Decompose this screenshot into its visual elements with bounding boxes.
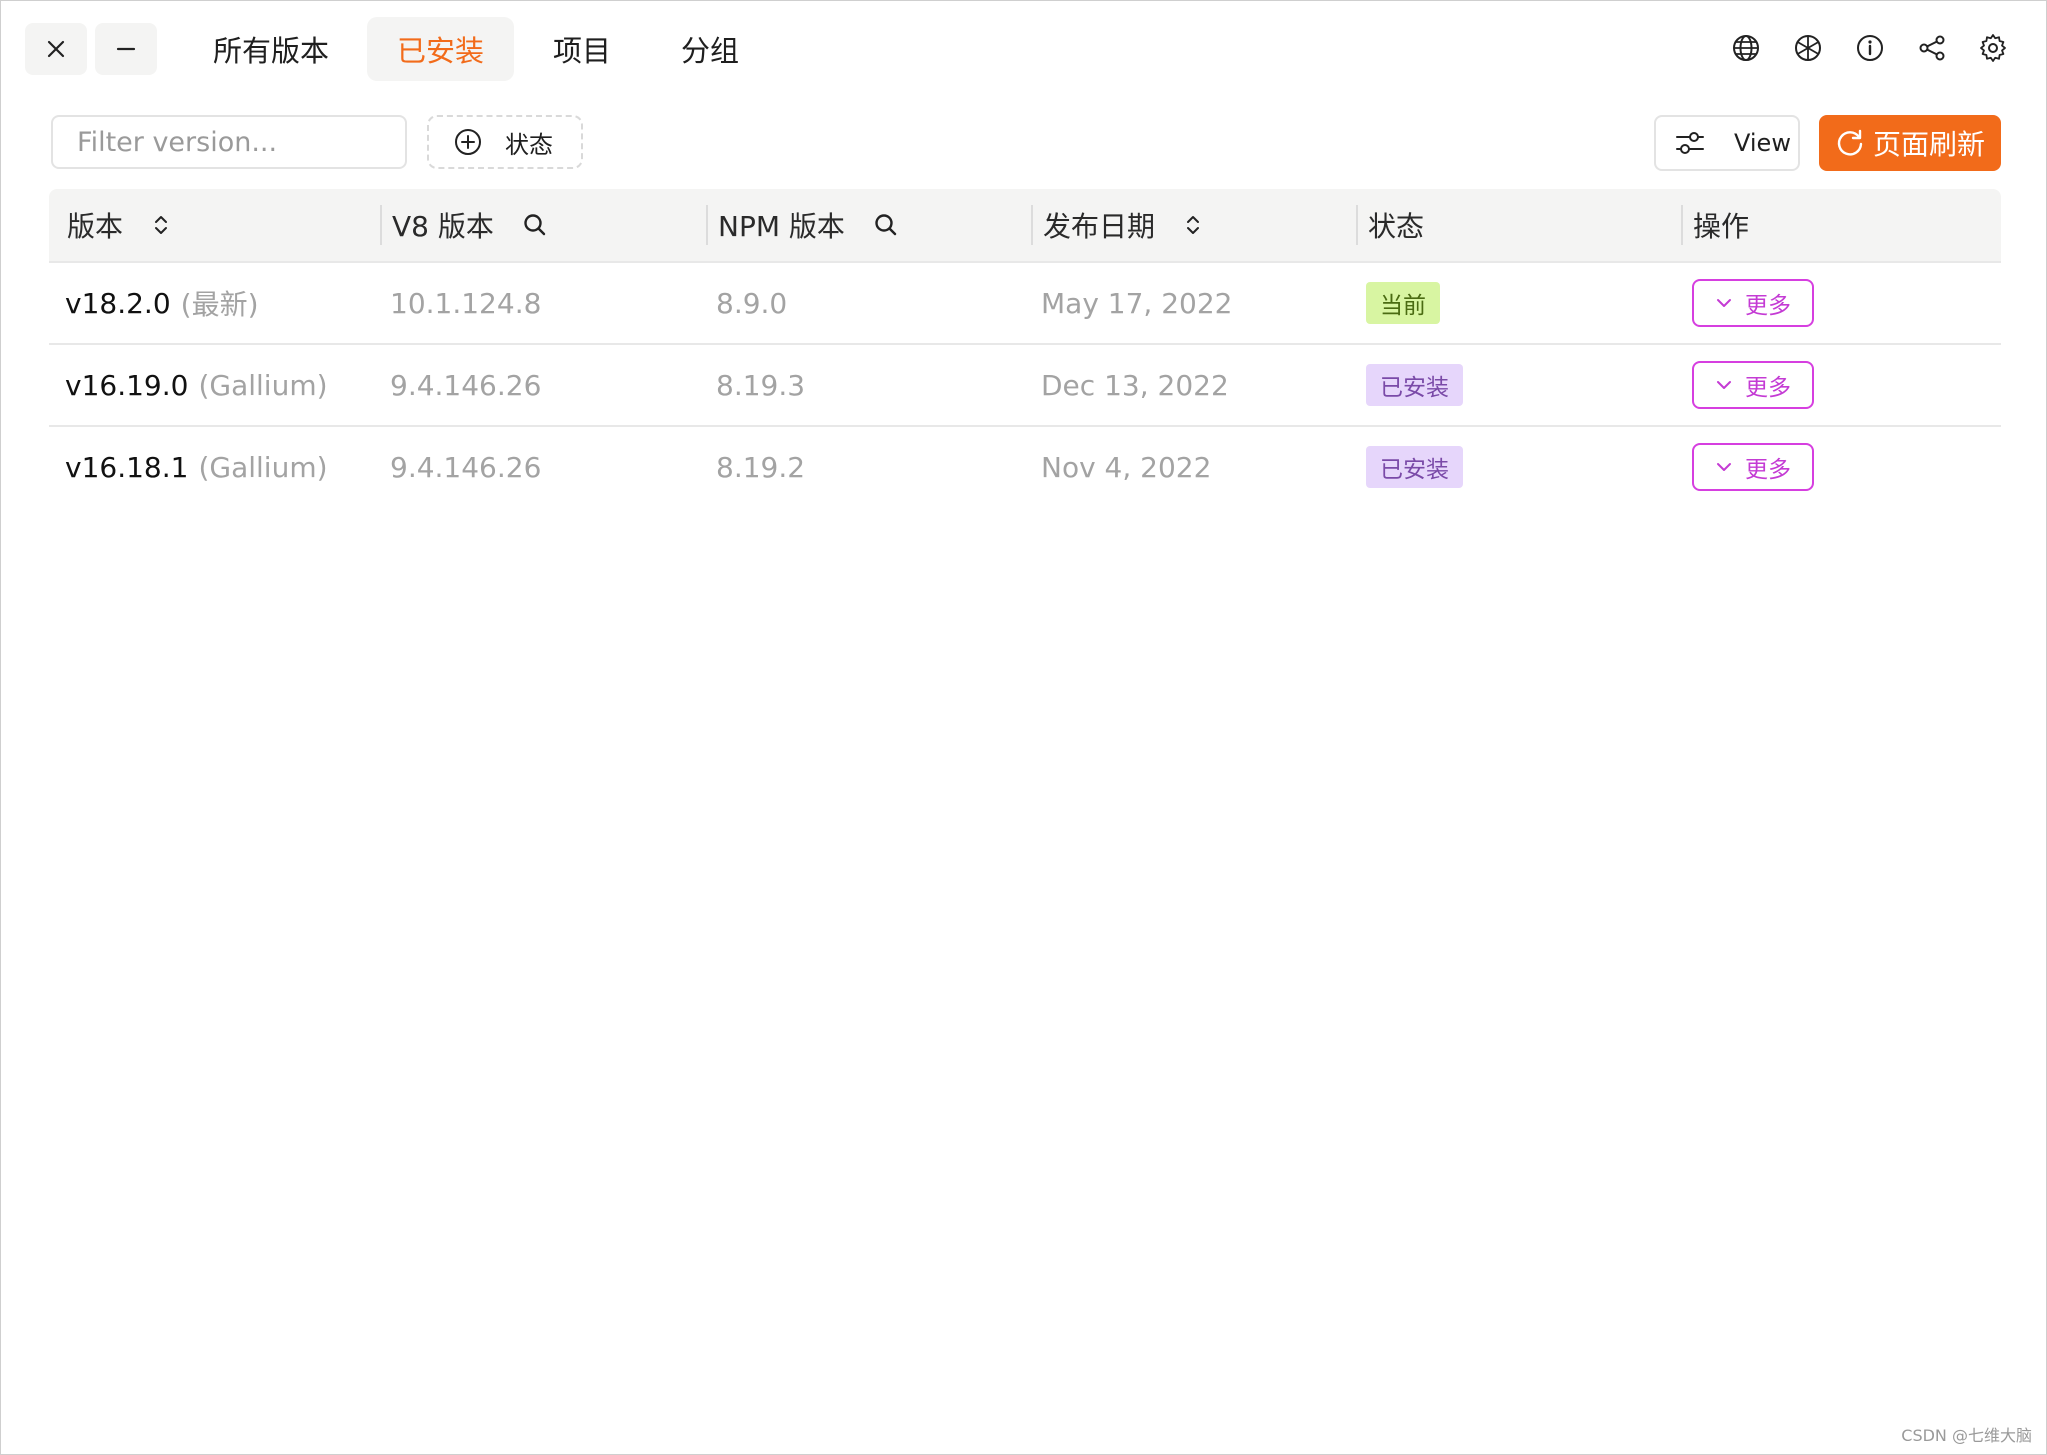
- more-button[interactable]: 更多: [1692, 279, 1814, 327]
- column-header-v8: V8 版本: [380, 189, 548, 261]
- column-header-npm-label: NPM 版本: [718, 210, 845, 243]
- sort-icon: [155, 216, 168, 234]
- aperture-button[interactable]: [1791, 31, 1825, 65]
- column-divider: [1356, 205, 1358, 245]
- settings-button[interactable]: [1976, 31, 2010, 65]
- version-number: v16.18.1: [65, 450, 189, 484]
- column-divider: [380, 205, 382, 245]
- v8-version-cell: 9.4.146.26: [390, 368, 542, 402]
- sort-icon: [1187, 216, 1200, 234]
- refresh-icon: [1837, 129, 1863, 156]
- share-icon: [1919, 35, 1945, 61]
- status-cell: 已安装: [1366, 345, 1463, 425]
- column-header-date: 发布日期: [1031, 189, 1203, 261]
- column-divider: [1681, 205, 1683, 245]
- table-header: 版本 V8 版本 NPM 版本 发布日期 状态 操作: [49, 189, 2001, 263]
- info-icon: [1857, 35, 1883, 61]
- filter-version-input[interactable]: [51, 115, 407, 169]
- table-row: v18.2.0 (最新) 10.1.124.8 8.9.0 May 17, 20…: [49, 263, 2001, 345]
- column-header-v8-label: V8 版本: [392, 210, 494, 243]
- status-filter-button[interactable]: 状态: [427, 115, 583, 169]
- column-header-npm: NPM 版本: [706, 189, 899, 261]
- version-cell: v18.2.0 (最新): [65, 263, 259, 343]
- more-button-label: 更多: [1745, 293, 1791, 319]
- gear-icon: [1980, 34, 2006, 62]
- table-row: v16.18.1 (Gallium) 9.4.146.26 8.19.2 Nov…: [49, 427, 2001, 507]
- view-button-label: View: [1734, 129, 1791, 157]
- status-badge: 已安装: [1366, 364, 1463, 406]
- release-date-cell: Dec 13, 2022: [1041, 368, 1229, 402]
- close-icon: [47, 40, 65, 58]
- status-badge: 已安装: [1366, 446, 1463, 488]
- top-bar: 所有版本 已安装 项目 分组: [1, 1, 2046, 101]
- chevron-down-icon: [1717, 381, 1731, 389]
- more-button-label: 更多: [1745, 375, 1791, 401]
- more-button-label: 更多: [1745, 457, 1791, 483]
- more-button[interactable]: 更多: [1692, 361, 1814, 409]
- npm-version-cell: 8.19.2: [716, 450, 806, 484]
- tab-installed[interactable]: 已安装: [367, 17, 515, 81]
- aperture-icon: [1795, 35, 1821, 61]
- more-button[interactable]: 更多: [1692, 443, 1814, 491]
- info-button[interactable]: [1853, 31, 1887, 65]
- column-divider: [1031, 205, 1033, 245]
- minimize-button[interactable]: [95, 23, 157, 75]
- column-divider: [706, 205, 708, 245]
- watermark: CSDN @七维大脑: [1901, 1426, 2032, 1445]
- release-date-cell: May 17, 2022: [1041, 286, 1233, 320]
- status-badge: 当前: [1366, 282, 1440, 324]
- version-alias: (Gallium): [198, 368, 328, 402]
- close-button[interactable]: [25, 23, 87, 75]
- view-button[interactable]: View: [1654, 115, 1800, 171]
- column-header-status: 状态: [1356, 189, 1425, 261]
- search-button-v8[interactable]: [522, 212, 548, 238]
- action-cell: 更多: [1692, 345, 1814, 425]
- version-alias: (Gallium): [198, 450, 328, 484]
- minimize-icon: [116, 47, 136, 51]
- versions-table: 版本 V8 版本 NPM 版本 发布日期 状态 操作 v18.2.0 (最新) …: [49, 189, 2001, 507]
- status-cell: 当前: [1366, 263, 1440, 343]
- npm-version-cell: 8.9.0: [716, 286, 788, 320]
- tab-projects[interactable]: 项目: [523, 17, 641, 81]
- plus-circle-icon: [455, 129, 481, 155]
- column-header-version-label: 版本: [67, 210, 124, 243]
- version-cell: v16.19.0 (Gallium): [65, 345, 328, 425]
- column-header-date-label: 发布日期: [1043, 210, 1156, 243]
- version-number: v18.2.0: [65, 286, 171, 320]
- refresh-button[interactable]: 页面刷新: [1819, 115, 2001, 171]
- npm-version-cell: 8.19.3: [716, 368, 806, 402]
- status-cell: 已安装: [1366, 427, 1463, 507]
- sliders-icon: [1676, 132, 1704, 154]
- action-cell: 更多: [1692, 427, 1814, 507]
- version-number: v16.19.0: [65, 368, 189, 402]
- status-filter-label: 状态: [505, 130, 553, 159]
- search-icon: [875, 214, 897, 236]
- column-header-action: 操作: [1681, 189, 1750, 261]
- globe-icon: [1733, 35, 1759, 61]
- v8-version-cell: 9.4.146.26: [390, 450, 542, 484]
- table-row: v16.19.0 (Gallium) 9.4.146.26 8.19.3 Dec…: [49, 345, 2001, 427]
- chevron-down-icon: [1717, 463, 1731, 471]
- release-date-cell: Nov 4, 2022: [1041, 450, 1212, 484]
- search-icon: [524, 214, 546, 236]
- globe-button[interactable]: [1729, 31, 1763, 65]
- search-button-npm[interactable]: [873, 212, 899, 238]
- tab-all-versions[interactable]: 所有版本: [183, 17, 359, 81]
- action-cell: 更多: [1692, 263, 1814, 343]
- column-header-action-label: 操作: [1693, 210, 1750, 243]
- sort-button-date[interactable]: [1183, 212, 1203, 238]
- column-header-status-label: 状态: [1368, 210, 1425, 243]
- v8-version-cell: 10.1.124.8: [390, 286, 542, 320]
- version-alias: (最新): [180, 288, 259, 321]
- tab-groups[interactable]: 分组: [651, 17, 769, 81]
- column-header-version: 版本: [67, 189, 171, 261]
- sort-button-version[interactable]: [151, 212, 171, 238]
- version-cell: v16.18.1 (Gallium): [65, 427, 328, 507]
- refresh-button-label: 页面刷新: [1872, 128, 1985, 161]
- chevron-down-icon: [1717, 299, 1731, 307]
- share-button[interactable]: [1915, 31, 1949, 65]
- app-window: 所有版本 已安装 项目 分组 Filter version... 状态 View…: [0, 0, 2047, 1455]
